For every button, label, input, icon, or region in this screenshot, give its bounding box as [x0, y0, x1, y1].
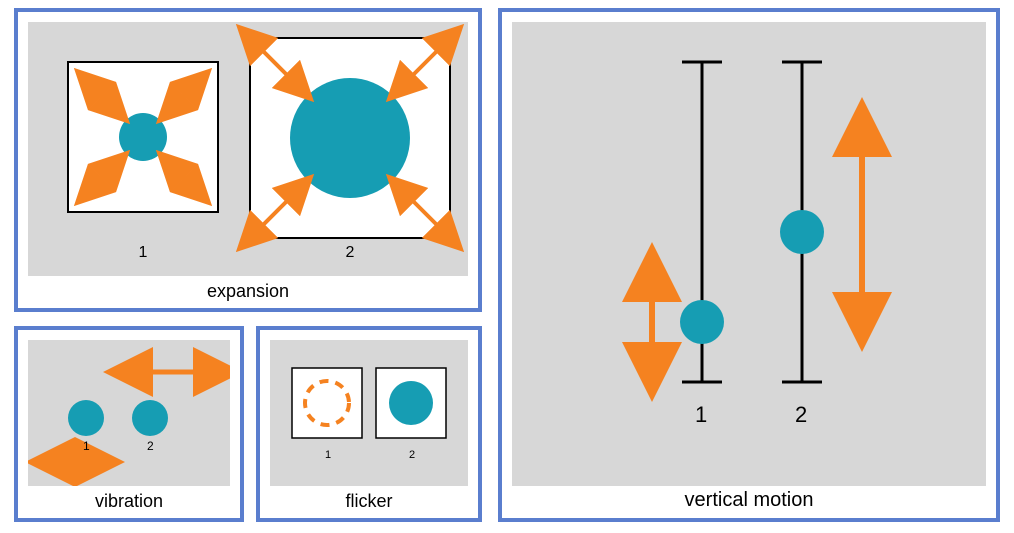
flicker-illustration: 1 2 [270, 340, 468, 486]
panel-expansion: 1 2 expansion [14, 8, 482, 312]
vertical-label-2: 2 [795, 402, 807, 427]
panel-expansion-inner: 1 2 [28, 22, 468, 276]
vibration-dot-1 [68, 400, 104, 436]
panel-vertical: 1 2 vertical motion [498, 8, 1000, 522]
vibration-label-1: 1 [83, 439, 90, 453]
vertical-illustration: 1 2 [512, 22, 986, 486]
vibration-illustration: 1 2 [28, 340, 230, 486]
flicker-label-1: 1 [325, 449, 331, 461]
expansion-label-1: 1 [133, 244, 153, 262]
panel-vertical-inner: 1 2 [512, 22, 986, 486]
vertical-dot-1 [680, 300, 724, 344]
vertical-dot-2 [780, 210, 824, 254]
panel-flicker: 1 2 flicker [256, 326, 482, 522]
flicker-filled-circle-icon [389, 381, 433, 425]
panel-vibration: 1 2 vibration [14, 326, 244, 522]
expansion-state-1 [68, 62, 218, 212]
expansion-state-2 [250, 38, 450, 238]
flicker-caption: flicker [260, 491, 478, 512]
expansion-label-2: 2 [340, 244, 360, 262]
vibration-caption: vibration [18, 491, 240, 512]
vertical-label-1: 1 [695, 402, 707, 427]
diagram-stage: 1 2 expansion [0, 0, 1014, 533]
flicker-label-2: 2 [409, 449, 415, 461]
panel-vibration-inner: 1 2 [28, 340, 230, 486]
flicker-box-1 [292, 368, 362, 438]
expansion-caption: expansion [18, 281, 478, 302]
vibration-label-2: 2 [147, 439, 154, 453]
vertical-caption: vertical motion [502, 489, 996, 512]
panel-flicker-inner: 1 2 [270, 340, 468, 486]
expansion-illustration [28, 22, 468, 276]
vibration-dot-2 [132, 400, 168, 436]
